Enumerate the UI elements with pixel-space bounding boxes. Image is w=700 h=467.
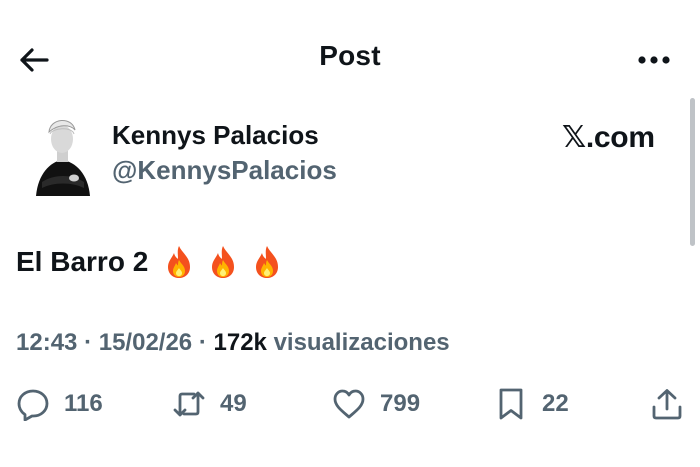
reply-button[interactable]: 116	[16, 386, 103, 422]
heart-icon	[333, 389, 365, 419]
page-title: Post	[319, 40, 381, 71]
scrollbar[interactable]	[690, 98, 695, 246]
fire-icon	[256, 246, 279, 278]
fire-icon	[212, 246, 235, 278]
fire-emoji-group	[162, 244, 284, 280]
views-count: 172k	[213, 329, 267, 356]
reply-icon	[17, 389, 49, 421]
like-count: 799	[380, 390, 421, 417]
fire-icon	[168, 246, 191, 278]
author-name[interactable]: Kennys Palacios	[112, 120, 319, 151]
brand-watermark: 𝕏.com	[562, 121, 655, 154]
views-label: visualizaciones	[273, 329, 450, 356]
avatar[interactable]	[28, 112, 96, 196]
post-date: 15/02/26	[98, 329, 193, 356]
repost-icon	[173, 391, 205, 417]
repost-count: 49	[220, 390, 247, 417]
share-icon	[652, 389, 682, 420]
reply-count: 116	[64, 390, 103, 417]
meta-separator: ·	[198, 329, 207, 356]
bookmark-button[interactable]: 22	[494, 386, 569, 422]
bookmark-icon	[499, 388, 523, 420]
avatar-photo	[28, 112, 96, 196]
author-handle[interactable]: @KennysPalacios	[112, 155, 337, 186]
meta-separator: ·	[84, 329, 93, 356]
repost-button[interactable]: 49	[172, 386, 247, 422]
post-time: 12:43	[16, 329, 78, 356]
share-button[interactable]	[650, 386, 684, 422]
post-text-content: El Barro 2	[16, 246, 149, 277]
more-button[interactable]	[630, 44, 680, 76]
more-icon	[638, 56, 670, 64]
bookmark-count: 22	[542, 390, 569, 417]
like-button[interactable]: 799	[332, 386, 420, 422]
post-meta: 12:43 · 15/02/26 · 172k visualizaciones	[16, 329, 450, 357]
post-text: El Barro 2	[16, 244, 284, 280]
